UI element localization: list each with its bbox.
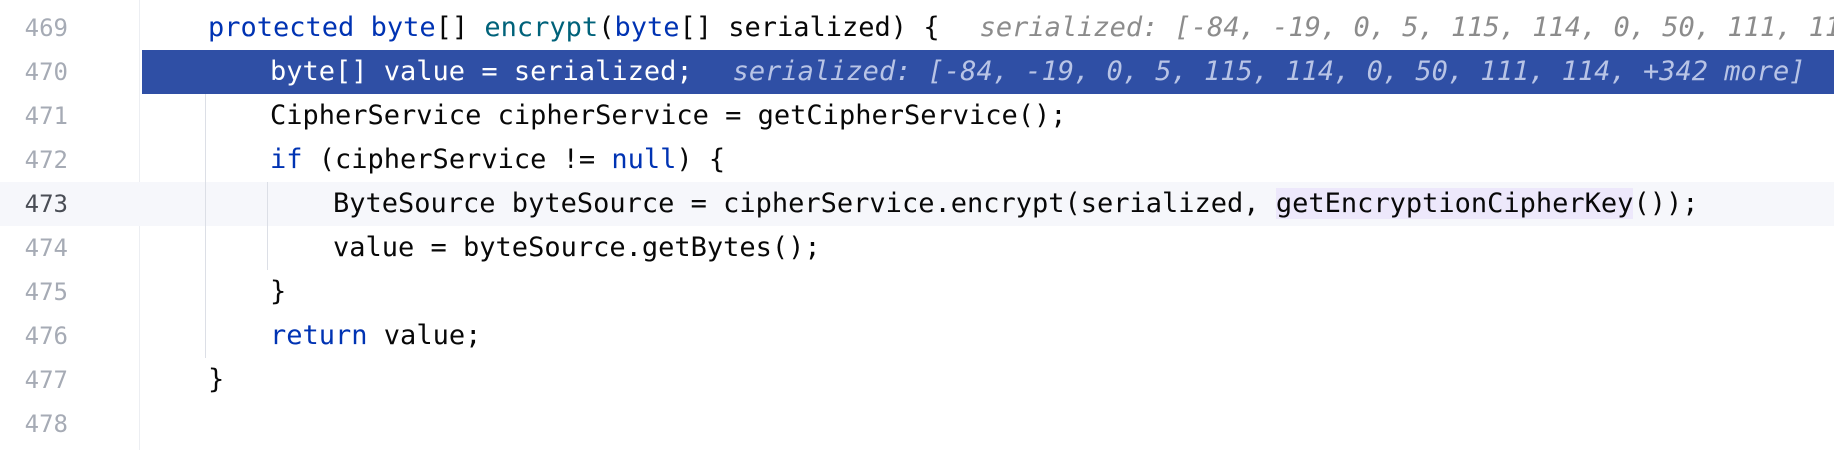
code-line-474[interactable]: 474 value = byteSource.getBytes();: [0, 226, 1834, 270]
code-token: ());: [1633, 188, 1699, 219]
line-number[interactable]: 475: [0, 270, 68, 314]
code-text: }: [208, 358, 224, 402]
code-text: ByteSource byteSource = cipherService.en…: [333, 182, 1698, 226]
code-line-475[interactable]: 475 }: [0, 270, 1834, 314]
keyword: if: [270, 144, 303, 175]
keyword: protected: [208, 12, 355, 43]
code-text: byte[] value = serialized; serialized: [-…: [270, 50, 1806, 94]
line-number[interactable]: 470: [0, 50, 68, 94]
line-number[interactable]: 472: [0, 138, 68, 182]
code-token: CipherService cipherService = getCipherS…: [270, 100, 1067, 131]
code-line-477[interactable]: 477 }: [0, 358, 1834, 402]
code-line-478[interactable]: 478: [0, 402, 1834, 446]
line-number[interactable]: 469: [0, 6, 68, 50]
indent-guide: [205, 94, 206, 358]
line-number[interactable]: 477: [0, 358, 68, 402]
code-token: }: [208, 364, 225, 395]
line-number[interactable]: 478: [0, 402, 68, 446]
highlighted-usage[interactable]: getEncryptionCipherKey: [1275, 188, 1634, 219]
code-token: (cipherService !=: [302, 144, 612, 175]
code-token: }: [270, 276, 287, 307]
code-token: [] serialized) {: [679, 12, 940, 43]
line-number[interactable]: 476: [0, 314, 68, 358]
indent-guide: [267, 182, 268, 270]
debug-inline-value[interactable]: serialized: [-84, -19, 0, 5, 115, 114, 0…: [733, 56, 1806, 87]
debug-inline-value[interactable]: serialized: [-84, -19, 0, 5, 115, 114, 0…: [980, 12, 1834, 43]
code-token: ByteSource byteSource = cipherService.en…: [333, 188, 1276, 219]
code-token: value = byteSource.getBytes();: [333, 232, 821, 263]
code-text: value = byteSource.getBytes();: [333, 226, 821, 270]
code-line-469[interactable]: 469 protected byte[] encrypt(byte[] seri…: [0, 6, 1834, 50]
code-text: if (cipherService != null) {: [270, 138, 725, 182]
code-line-472[interactable]: 472 if (cipherService != null) {: [0, 138, 1834, 182]
code-token: value;: [367, 320, 482, 351]
keyword: null: [611, 144, 677, 175]
code-token: (: [598, 12, 615, 43]
keyword: byte: [614, 12, 680, 43]
code-text: }: [270, 270, 286, 314]
keyword: byte: [370, 12, 436, 43]
method-name: encrypt: [484, 12, 599, 43]
code-text: CipherService cipherService = getCipherS…: [270, 94, 1067, 138]
line-number[interactable]: 471: [0, 94, 68, 138]
line-number[interactable]: 473: [0, 182, 68, 226]
code-text: return value;: [270, 314, 481, 358]
code-token: ) {: [676, 144, 726, 175]
line-number[interactable]: 474: [0, 226, 68, 270]
code-line-470[interactable]: 470 byte[] value = serialized; serialized…: [0, 50, 1834, 94]
code-text: protected byte[] encrypt(byte[] serializ…: [208, 6, 1834, 50]
code-editor[interactable]: 469 protected byte[] encrypt(byte[] seri…: [0, 0, 1834, 450]
code-line-471[interactable]: 471 CipherService cipherService = getCip…: [0, 94, 1834, 138]
code-token: []: [435, 12, 485, 43]
code-line-476[interactable]: 476 return value;: [0, 314, 1834, 358]
code-token: byte[] value = serialized;: [270, 56, 693, 87]
code-line-473[interactable]: 473 ByteSource byteSource = cipherServic…: [0, 182, 1834, 226]
keyword: return: [270, 320, 368, 351]
